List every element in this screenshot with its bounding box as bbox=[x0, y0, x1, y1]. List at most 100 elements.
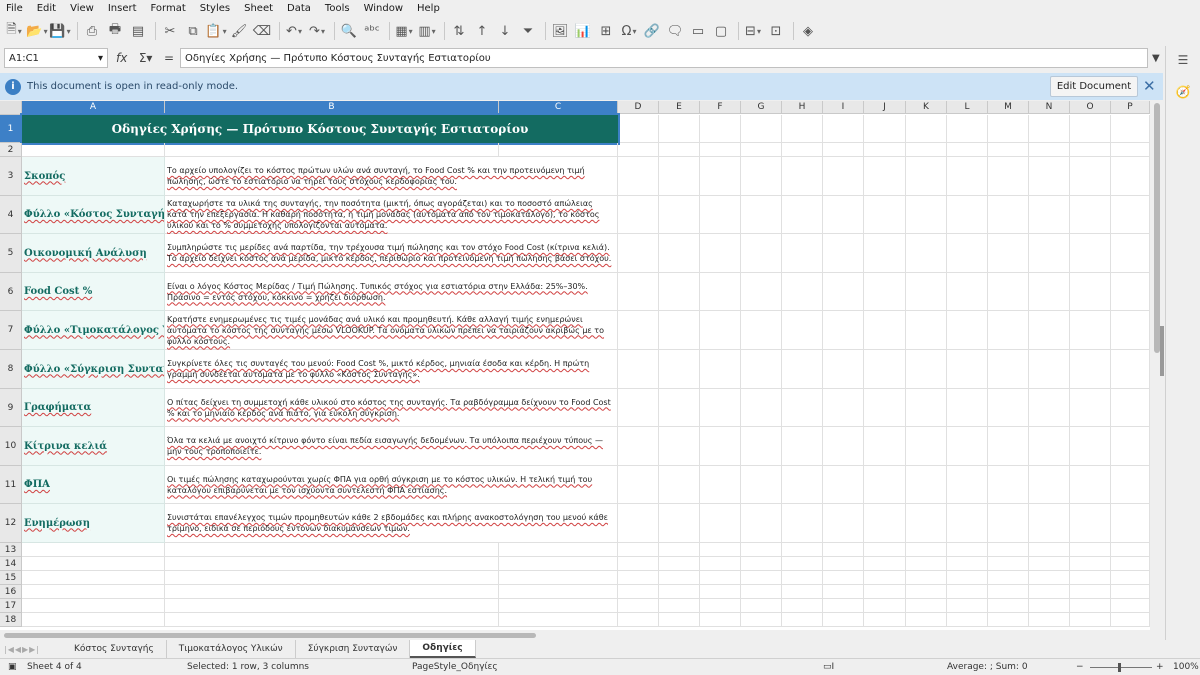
grid-cell[interactable] bbox=[618, 466, 659, 504]
column-header-k[interactable]: K bbox=[906, 101, 947, 114]
grid-cell[interactable] bbox=[782, 504, 823, 543]
grid-cell[interactable] bbox=[947, 557, 988, 571]
grid-cell[interactable] bbox=[864, 273, 906, 311]
instruction-label-cell[interactable]: Φύλλο «Τιμοκατάλογος Υλικών» bbox=[22, 311, 165, 350]
menu-item-window[interactable]: Window bbox=[364, 3, 403, 14]
grid-cell[interactable] bbox=[947, 613, 988, 627]
grid-cell[interactable] bbox=[659, 157, 700, 196]
grid-cell[interactable] bbox=[1029, 599, 1070, 613]
column-header-n[interactable]: N bbox=[1029, 101, 1070, 114]
grid-cell[interactable] bbox=[864, 389, 906, 427]
grid-cell[interactable] bbox=[823, 557, 864, 571]
instruction-text-cell[interactable]: Όλα τα κελιά με ανοιχτό κίτρινο φόντο εί… bbox=[165, 427, 618, 466]
grid-cell[interactable] bbox=[782, 466, 823, 504]
grid-cell[interactable] bbox=[700, 571, 741, 585]
clear-formatting-icon[interactable]: ⌫ bbox=[252, 21, 272, 41]
grid-cell[interactable] bbox=[1111, 571, 1150, 585]
row-header[interactable]: 2 bbox=[0, 143, 22, 157]
grid-cell[interactable] bbox=[988, 157, 1029, 196]
grid-cell[interactable] bbox=[864, 504, 906, 543]
column-header-l[interactable]: L bbox=[947, 101, 988, 114]
column-header-d[interactable]: D bbox=[618, 101, 659, 114]
grid-cell[interactable] bbox=[988, 234, 1029, 273]
grid-cell[interactable] bbox=[782, 571, 823, 585]
grid-cell[interactable] bbox=[22, 585, 165, 599]
grid-cell[interactable] bbox=[823, 311, 864, 350]
grid-cell[interactable] bbox=[947, 196, 988, 234]
row-header[interactable]: 12 bbox=[0, 504, 22, 543]
grid-cell[interactable] bbox=[864, 571, 906, 585]
grid-cell[interactable] bbox=[741, 157, 782, 196]
column-icon[interactable]: ▥ bbox=[417, 21, 437, 41]
save-icon[interactable]: 💾 bbox=[49, 21, 70, 41]
grid-cell[interactable] bbox=[1070, 427, 1111, 466]
grid-cell[interactable] bbox=[618, 311, 659, 350]
tab-navigation-arrows-icon[interactable]: |◀◀▶▶| bbox=[0, 645, 62, 654]
grid-cell[interactable] bbox=[1070, 234, 1111, 273]
grid-cell[interactable] bbox=[1070, 571, 1111, 585]
grid-cell[interactable] bbox=[782, 557, 823, 571]
grid-cell[interactable] bbox=[659, 613, 700, 627]
column-header-i[interactable]: I bbox=[823, 101, 864, 114]
grid-cell[interactable] bbox=[1111, 557, 1150, 571]
grid-cell[interactable] bbox=[499, 557, 618, 571]
instruction-text-cell[interactable]: Συγκρίνετε όλες τις συνταγές του μενού: … bbox=[165, 350, 618, 389]
grid-cell[interactable] bbox=[1029, 543, 1070, 557]
grid-cell[interactable] bbox=[700, 115, 741, 143]
grid-cell[interactable] bbox=[947, 466, 988, 504]
expand-formula-bar-icon[interactable]: ▼ bbox=[1152, 53, 1160, 64]
grid-cell[interactable] bbox=[1029, 466, 1070, 504]
instruction-label-cell[interactable]: Σκοπός bbox=[22, 157, 165, 196]
grid-cell[interactable] bbox=[906, 599, 947, 613]
grid-cell[interactable] bbox=[741, 504, 782, 543]
grid-cell[interactable] bbox=[864, 466, 906, 504]
grid-cell[interactable] bbox=[499, 613, 618, 627]
grid-cell[interactable] bbox=[1111, 196, 1150, 234]
grid-cell[interactable] bbox=[988, 350, 1029, 389]
grid-cell[interactable] bbox=[1070, 543, 1111, 557]
special-character-icon[interactable]: Ω bbox=[619, 21, 639, 41]
grid-cell[interactable] bbox=[1029, 115, 1070, 143]
grid-cell[interactable] bbox=[906, 543, 947, 557]
define-print-area-icon[interactable]: ▢ bbox=[711, 21, 731, 41]
grid-cell[interactable] bbox=[864, 143, 906, 157]
instruction-text-cell[interactable]: Ο πίτας δείχνει τη συμμετοχή κάθε υλικού… bbox=[165, 389, 618, 427]
grid-cell[interactable] bbox=[1111, 273, 1150, 311]
row-header[interactable]: 10 bbox=[0, 427, 22, 466]
grid-cell[interactable] bbox=[1070, 157, 1111, 196]
grid-cell[interactable] bbox=[741, 143, 782, 157]
sort-icon[interactable]: ⇅ bbox=[449, 21, 469, 41]
grid-cell[interactable] bbox=[499, 543, 618, 557]
grid-cell[interactable] bbox=[947, 543, 988, 557]
grid-cell[interactable] bbox=[988, 613, 1029, 627]
grid-cell[interactable] bbox=[864, 557, 906, 571]
grid-cell[interactable] bbox=[618, 543, 659, 557]
grid-cell[interactable] bbox=[782, 599, 823, 613]
grid-cell[interactable] bbox=[1111, 143, 1150, 157]
sheet-tab[interactable]: Σύγκριση Συνταγών bbox=[296, 640, 411, 658]
grid-cell[interactable] bbox=[823, 571, 864, 585]
grid-cell[interactable] bbox=[22, 557, 165, 571]
grid-cell[interactable] bbox=[741, 599, 782, 613]
sort-ascending-icon[interactable]: ↑ bbox=[472, 21, 492, 41]
grid-cell[interactable] bbox=[659, 585, 700, 599]
grid-cell[interactable] bbox=[1029, 350, 1070, 389]
grid-cell[interactable] bbox=[618, 571, 659, 585]
instruction-label-cell[interactable]: ΦΠΑ bbox=[22, 466, 165, 504]
menu-item-file[interactable]: File bbox=[6, 3, 23, 14]
grid-cell[interactable] bbox=[1111, 234, 1150, 273]
instruction-text-cell[interactable]: Συμπληρώστε τις μερίδες ανά παρτίδα, την… bbox=[165, 234, 618, 273]
grid-cell[interactable] bbox=[1029, 571, 1070, 585]
grid-cell[interactable] bbox=[1029, 143, 1070, 157]
grid-cell[interactable] bbox=[1029, 196, 1070, 234]
grid-cell[interactable] bbox=[864, 311, 906, 350]
freeze-rows-columns-icon[interactable]: ⊟ bbox=[743, 21, 763, 41]
grid-cell[interactable] bbox=[988, 143, 1029, 157]
grid-cell[interactable] bbox=[741, 613, 782, 627]
column-header-b[interactable]: B bbox=[165, 101, 499, 114]
grid-cell[interactable] bbox=[823, 389, 864, 427]
grid-cell[interactable] bbox=[1029, 273, 1070, 311]
grid-cell[interactable] bbox=[659, 115, 700, 143]
spelling-icon[interactable]: ᵃᵇᶜ bbox=[362, 21, 382, 41]
grid-cell[interactable] bbox=[823, 599, 864, 613]
